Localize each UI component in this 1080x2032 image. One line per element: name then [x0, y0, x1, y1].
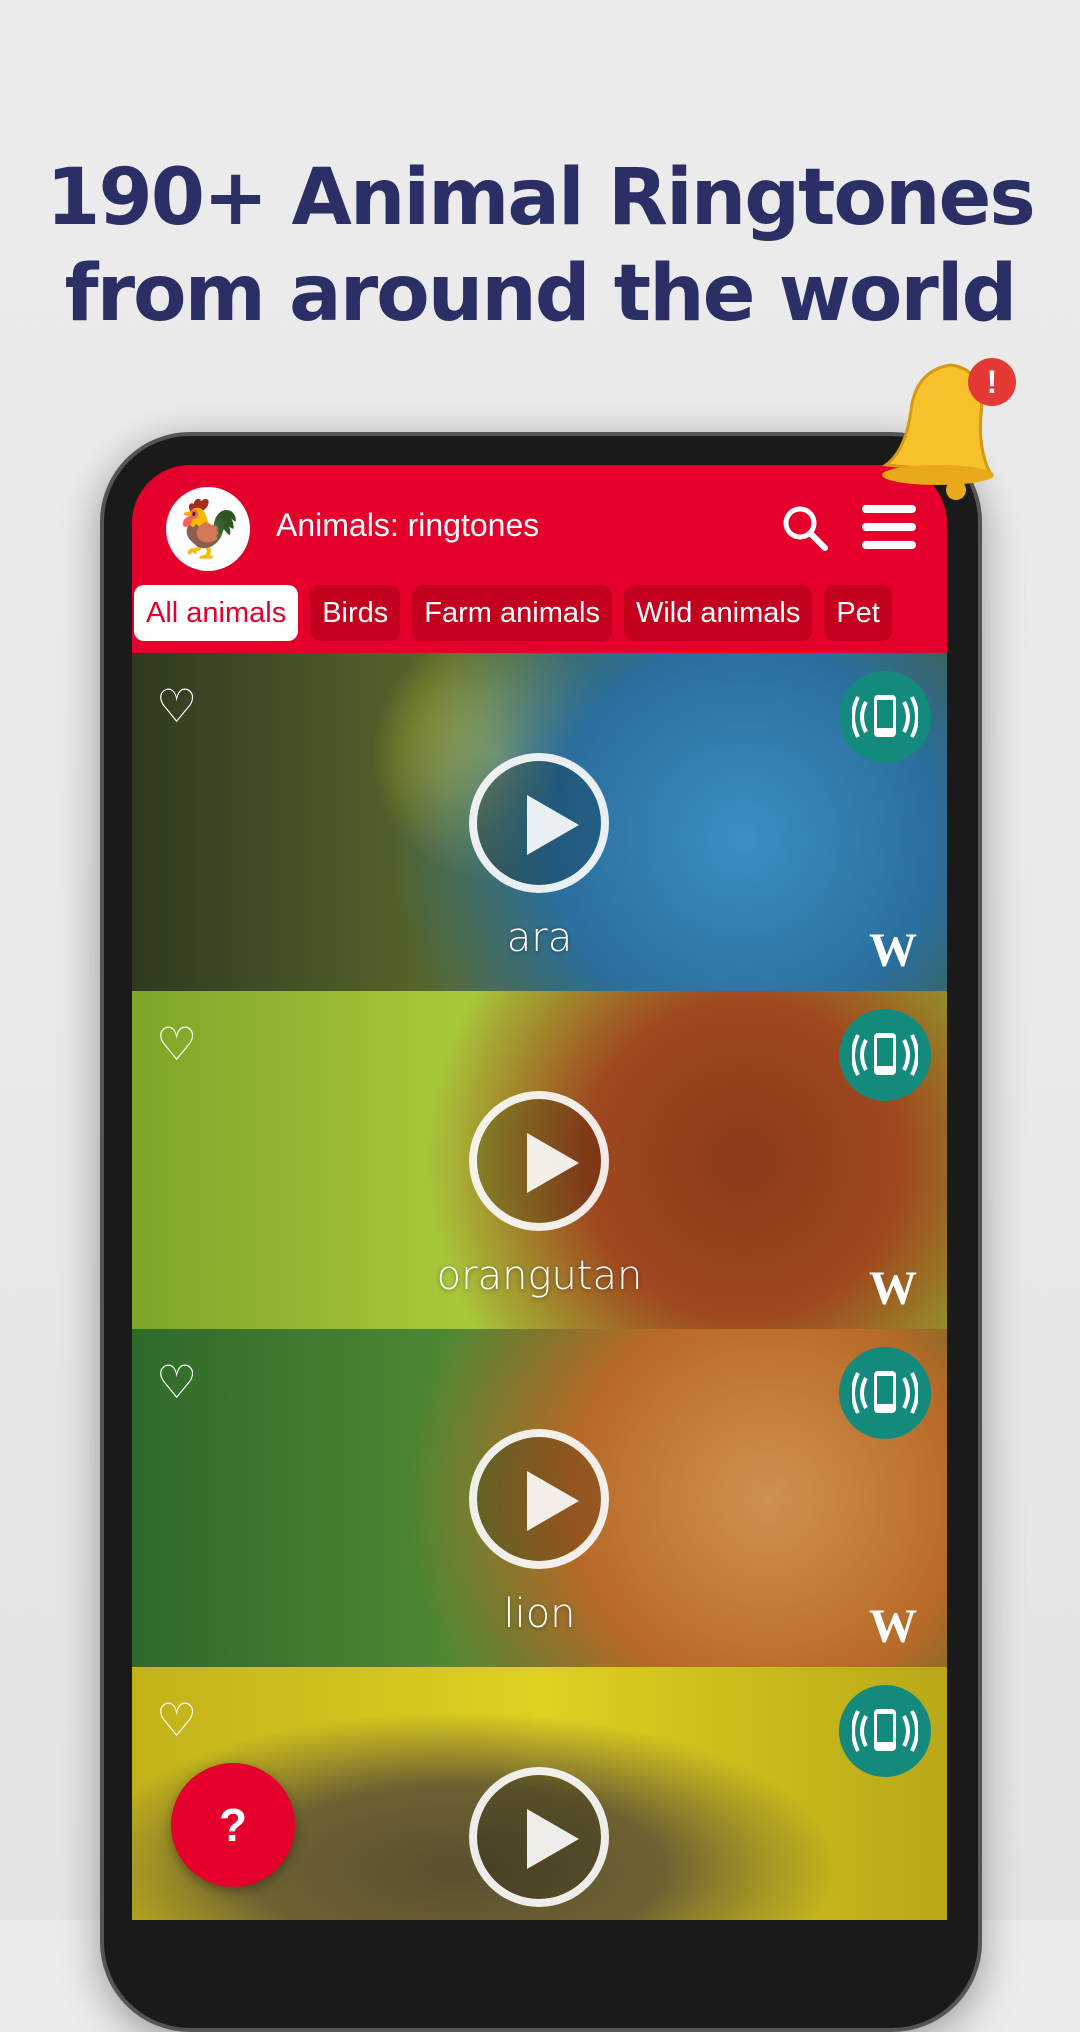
headline-line2: from around the world: [64, 249, 1018, 339]
help-button[interactable]: ?: [171, 1763, 295, 1887]
app-screen: 🐓 Animals: ringtones All animals Birds F…: [132, 465, 947, 1920]
wikipedia-icon[interactable]: W: [869, 923, 917, 978]
tab-pet[interactable]: Pet: [824, 585, 892, 641]
ringtone-vibrate-icon[interactable]: [839, 671, 931, 763]
play-button[interactable]: [469, 1091, 609, 1231]
animal-name: orangutan: [436, 1253, 643, 1299]
headline: 190+ Animal Ringtones from around the wo…: [0, 150, 1080, 342]
heart-icon[interactable]: ♡: [156, 1359, 197, 1405]
rooster-icon[interactable]: 🐓: [166, 487, 250, 571]
heart-icon[interactable]: ♡: [156, 683, 197, 729]
play-button[interactable]: [469, 1767, 609, 1907]
animal-name: ara: [506, 915, 573, 961]
bell-badge: !: [987, 364, 998, 400]
tab-all-animals[interactable]: All animals: [134, 585, 299, 641]
play-button[interactable]: [469, 1429, 609, 1569]
category-tabs: All animals Birds Farm animals Wild anim…: [134, 585, 892, 641]
heart-icon[interactable]: ♡: [156, 1697, 197, 1743]
menu-icon[interactable]: [862, 505, 916, 549]
ringtone-vibrate-icon[interactable]: [839, 1009, 931, 1101]
animal-name: lion: [503, 1591, 576, 1637]
bell-icon: !: [882, 358, 1016, 500]
play-button[interactable]: [469, 753, 609, 893]
ringtone-vibrate-icon[interactable]: [839, 1347, 931, 1439]
app-bar: 🐓 Animals: ringtones All animals Birds F…: [132, 465, 947, 653]
headline-line1: 190+ Animal Ringtones: [46, 153, 1036, 243]
tab-birds[interactable]: Birds: [310, 585, 401, 641]
heart-icon[interactable]: ♡: [156, 1021, 197, 1067]
tab-wild-animals[interactable]: Wild animals: [623, 585, 813, 641]
tab-farm-animals[interactable]: Farm animals: [412, 585, 612, 641]
animal-card-lion[interactable]: ♡ lion W: [132, 1329, 947, 1667]
animal-card-ara[interactable]: ♡ ara W: [132, 653, 947, 991]
wikipedia-icon[interactable]: W: [869, 1261, 917, 1316]
wikipedia-icon[interactable]: W: [869, 1599, 917, 1654]
app-title: Animals: ringtones: [276, 507, 540, 543]
ringtone-vibrate-icon[interactable]: [839, 1685, 931, 1777]
search-icon[interactable]: [780, 503, 830, 553]
animal-card-orangutan[interactable]: ♡ orangutan W: [132, 991, 947, 1329]
